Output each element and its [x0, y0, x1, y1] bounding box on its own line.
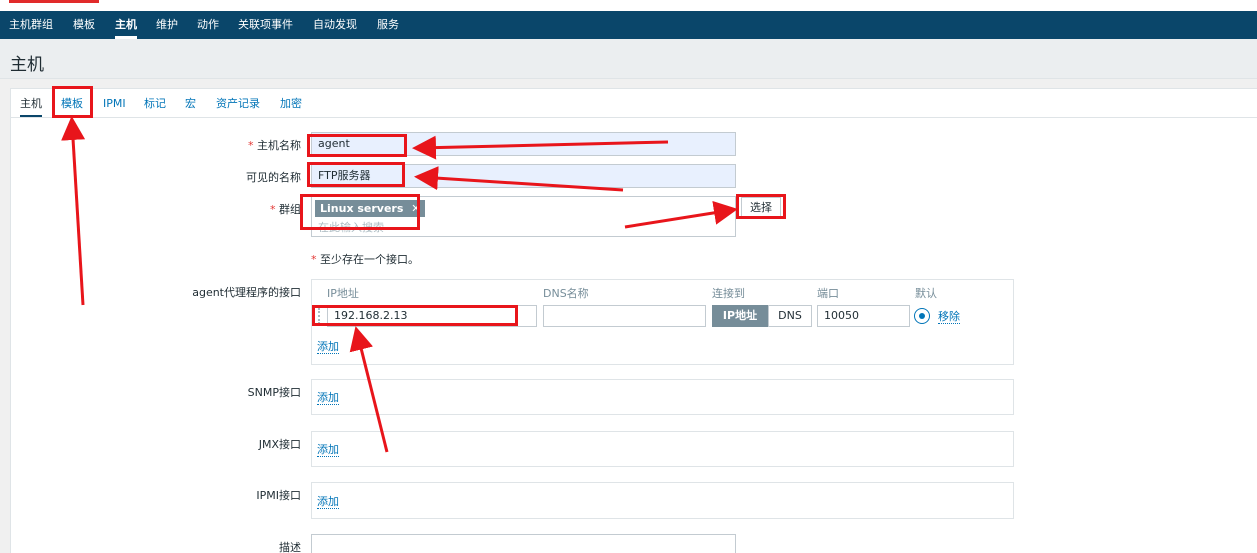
- col-connect: 连接到: [712, 287, 745, 300]
- snmp-add-link[interactable]: 添加: [317, 392, 339, 405]
- nav-templates[interactable]: 模板: [73, 11, 95, 39]
- snmp-label: SNMP接口: [247, 386, 301, 399]
- page-title: 主机: [10, 55, 44, 75]
- ipmi-interface-box: [311, 482, 1014, 519]
- top-strip: [0, 0, 1257, 11]
- nav-host-groups[interactable]: 主机群组: [9, 11, 53, 39]
- description-textarea[interactable]: [311, 534, 736, 553]
- page-header: [0, 39, 1257, 79]
- tab-host[interactable]: 主机: [20, 97, 42, 117]
- agent-interface-label: agent代理程序的接口: [192, 286, 301, 299]
- tabs-divider: [10, 117, 1257, 118]
- description-label: 描述: [279, 541, 301, 553]
- host-name-label: * 主机名称: [248, 139, 301, 152]
- connect-dns-button[interactable]: DNS: [768, 305, 812, 327]
- tab-ipmi[interactable]: IPMI: [103, 97, 126, 117]
- agent-ip-input[interactable]: 192.168.2.13: [327, 305, 537, 327]
- groups-label: * 群组: [270, 203, 301, 216]
- col-port: 端口: [817, 287, 839, 300]
- select-button[interactable]: 选择: [741, 197, 781, 219]
- agent-port-input[interactable]: 10050: [817, 305, 910, 327]
- jmx-label: JMX接口: [258, 438, 301, 451]
- visible-name-input[interactable]: FTP服务器: [311, 164, 736, 188]
- tab-inventory[interactable]: 资产记录: [216, 97, 260, 117]
- group-tag: Linux servers ✕: [315, 200, 426, 217]
- interface-note: * 至少存在一个接口。: [311, 253, 419, 266]
- ipmi-label: IPMI接口: [256, 489, 301, 502]
- col-ip: IP地址: [327, 287, 359, 300]
- host-name-input[interactable]: agent: [311, 132, 736, 156]
- groups-multiselect[interactable]: Linux servers ✕ 在此输入搜索: [311, 196, 736, 237]
- connect-ip-button[interactable]: IP地址: [712, 305, 768, 327]
- group-tag-label: Linux servers: [320, 202, 404, 215]
- nav-actions[interactable]: 动作: [197, 11, 219, 39]
- top-annotation-mark: [9, 0, 99, 3]
- remove-link[interactable]: 移除: [938, 311, 960, 324]
- nav-correlation[interactable]: 关联项事件: [238, 11, 293, 39]
- jmx-add-link[interactable]: 添加: [317, 444, 339, 457]
- col-default: 默认: [915, 287, 937, 300]
- snmp-interface-box: [311, 379, 1014, 415]
- tab-tags[interactable]: 标记: [144, 97, 166, 117]
- radio-dot-icon: [919, 313, 925, 319]
- nav-services[interactable]: 服务: [377, 11, 399, 39]
- groups-search-placeholder[interactable]: 在此输入搜索: [318, 219, 384, 235]
- ipmi-add-link[interactable]: 添加: [317, 496, 339, 509]
- default-radio[interactable]: [914, 308, 930, 324]
- agent-dns-input[interactable]: [543, 305, 706, 327]
- col-dns: DNS名称: [543, 287, 589, 300]
- drag-handle-icon[interactable]: [318, 308, 322, 324]
- group-tag-remove-icon[interactable]: ✕: [411, 202, 420, 215]
- nav-discovery[interactable]: 自动发现: [313, 11, 357, 39]
- tab-templates[interactable]: 模板: [61, 97, 83, 117]
- top-navigation: 主机群组 模板 主机 维护 动作 关联项事件 自动发现 服务: [0, 11, 1257, 39]
- agent-add-link[interactable]: 添加: [317, 341, 339, 354]
- jmx-interface-box: [311, 431, 1014, 467]
- visible-name-label: 可见的名称: [246, 171, 301, 184]
- tab-macros[interactable]: 宏: [185, 97, 196, 117]
- nav-maintenance[interactable]: 维护: [156, 11, 178, 39]
- nav-hosts[interactable]: 主机: [115, 11, 137, 39]
- tab-encryption[interactable]: 加密: [280, 97, 302, 117]
